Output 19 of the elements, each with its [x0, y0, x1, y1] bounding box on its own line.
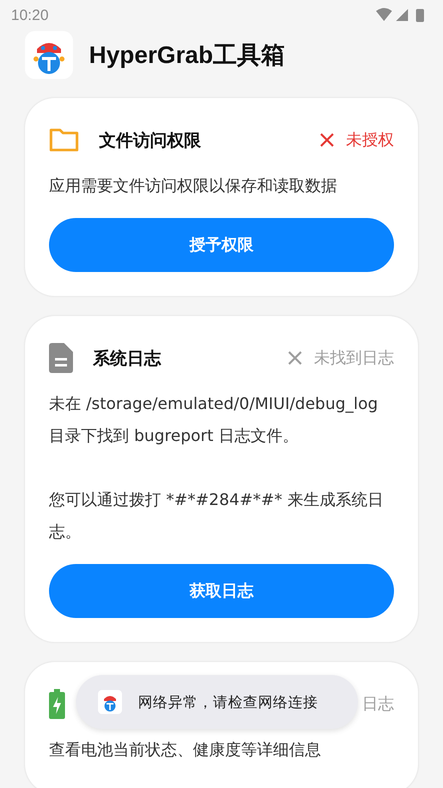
- action-button[interactable]: 授予权限: [49, 218, 394, 272]
- status-label: 日志: [362, 694, 394, 714]
- battery-icon: [49, 689, 65, 719]
- action-button[interactable]: 获取日志: [49, 564, 394, 618]
- status-label: 未找到日志: [314, 348, 394, 368]
- toast-message: 网络异常，请检查网络连接: [138, 694, 318, 712]
- card-description: 应用需要文件访问权限以保存和读取数据: [49, 175, 338, 197]
- app-logo-icon: [98, 690, 122, 714]
- card-description: 查看电池当前状态、健康度等详细信息: [49, 739, 322, 761]
- app-logo-icon: [25, 31, 73, 79]
- folder-icon: [49, 128, 79, 152]
- card-description: 未在 /storage/emulated/0/MIUI/debug_log 目录下找到 bugreport 日志文件。: [49, 393, 379, 447]
- card-description: 您可以通过拨打 *#*#284#*#* 来生成系统日志。: [49, 489, 384, 543]
- card-title: 文件访问权限: [99, 130, 201, 152]
- card-title: 系统日志: [93, 348, 161, 370]
- status-label: 未授权: [346, 130, 394, 150]
- app-title: HyperGrab工具箱: [89, 41, 286, 71]
- document-icon: [49, 343, 73, 373]
- status-time: 10:20: [11, 6, 49, 24]
